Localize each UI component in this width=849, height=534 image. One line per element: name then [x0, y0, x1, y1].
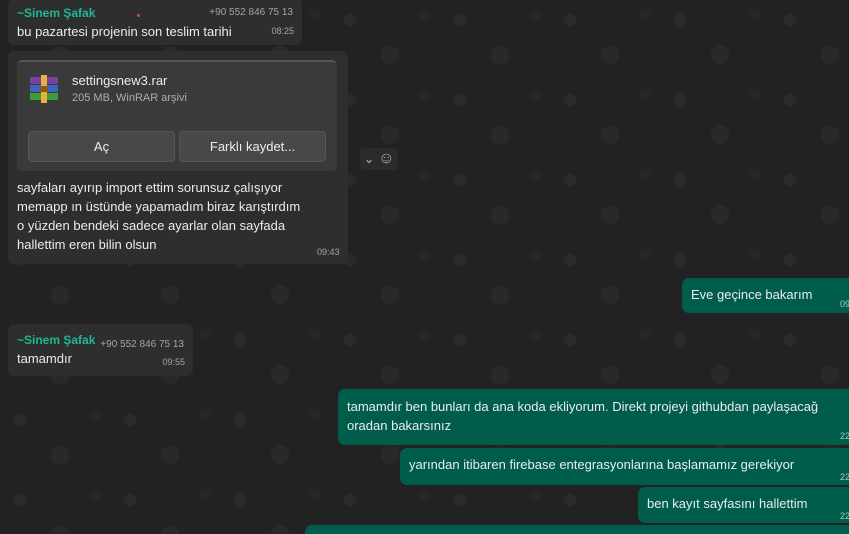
file-meta: 205 MB, WinRAR arşivi	[72, 92, 187, 104]
emoji-reaction-icon[interactable]: ☺	[378, 150, 394, 167]
message-time: 09:55	[162, 357, 185, 367]
unread-marker	[137, 14, 140, 17]
message-bubble-incoming[interactable]: ~Sinem Şafak +90 552 846 75 13 tamamdır …	[8, 324, 193, 376]
message-bubble-incoming[interactable]: ~Sinem Şafak +90 552 846 75 13 bu pazart…	[8, 0, 302, 45]
chevron-down-icon[interactable]: ⌄	[364, 151, 375, 166]
message-bubble-outgoing[interactable]: Eve geçince bakarım 09	[682, 278, 849, 313]
message-text: ben kayıt sayfasını hallettim	[647, 496, 808, 511]
message-text: sayfaları ayırıp import ettim sorunsuz ç…	[17, 178, 300, 254]
message-time: 22	[840, 472, 849, 482]
file-attachment[interactable]: settingsnew3.rar 205 MB, WinRAR arşivi A…	[17, 60, 337, 171]
message-bubble-outgoing[interactable]	[305, 525, 849, 534]
message-time: 09	[840, 299, 849, 309]
open-file-button[interactable]: Aç	[28, 131, 175, 162]
save-as-button[interactable]: Farklı kaydet...	[179, 131, 326, 162]
message-text: yarından itibaren firebase entegrasyonla…	[409, 457, 795, 472]
message-line: tamamdır ben bunları da ana koda ekliyor…	[347, 399, 819, 414]
message-time: 22	[840, 511, 849, 521]
file-name: settingsnew3.rar	[72, 73, 168, 88]
message-line: sayfaları ayırıp import ettim sorunsuz ç…	[17, 180, 283, 195]
reaction-menu[interactable]: ⌄ ☺	[360, 148, 398, 170]
message-bubble-outgoing[interactable]: ben kayıt sayfasını hallettim 22	[638, 487, 849, 523]
message-line: memapp ın üstünde yapamadım biraz karışt…	[17, 199, 301, 214]
message-bubble-outgoing[interactable]: yarından itibaren firebase entegrasyonla…	[400, 448, 849, 485]
message-bubble-outgoing[interactable]: tamamdır ben bunları da ana koda ekliyor…	[338, 389, 849, 445]
message-text: bu pazartesi projenin son teslim tarihi	[17, 24, 232, 39]
message-time: 22	[840, 431, 849, 441]
message-line: o yüzden bendeki sadece ayarlar olan say…	[17, 218, 286, 233]
sender-phone: +90 552 846 75 13	[209, 7, 293, 18]
sender-phone: +90 552 846 75 13	[100, 339, 184, 350]
message-time: 09:43	[317, 247, 340, 257]
message-time: 08:25	[271, 26, 294, 36]
message-text: Eve geçince bakarım	[691, 287, 813, 302]
message-line: oradan bakarsınız	[347, 418, 452, 433]
message-line: hallettim eren bilin olsun	[17, 237, 157, 252]
winrar-archive-icon	[30, 75, 58, 103]
